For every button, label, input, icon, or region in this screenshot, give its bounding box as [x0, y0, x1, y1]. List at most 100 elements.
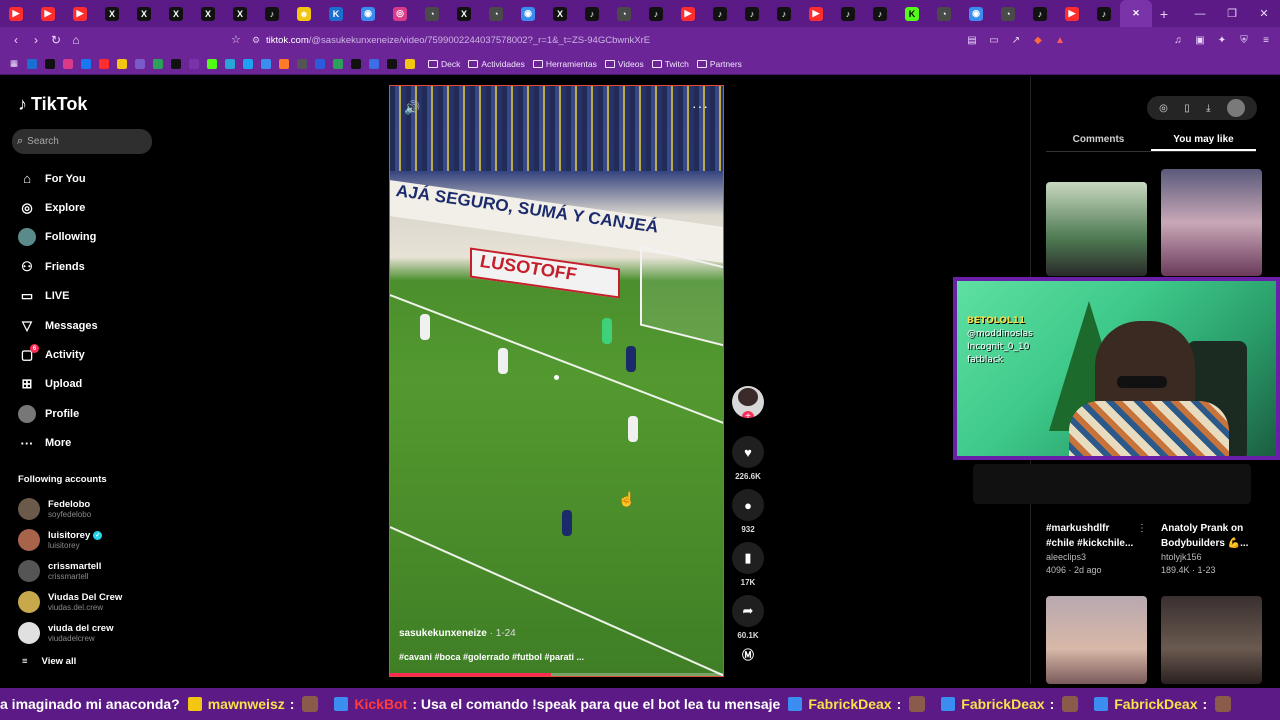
browser-tab[interactable]: ◔ [480, 0, 512, 27]
like-action[interactable]: ♥ 226.6K [730, 436, 766, 481]
bookmark-favicon-icon[interactable] [78, 57, 94, 71]
bookmark-folder[interactable]: Twitch [651, 59, 689, 69]
browser-tab[interactable]: ◔ [416, 0, 448, 27]
volume-icon[interactable]: 🔊 [404, 100, 420, 116]
recommended-thumbnail[interactable] [1046, 182, 1147, 276]
share-icon[interactable]: ↗ [1008, 31, 1024, 49]
warning-icon[interactable]: ▲ [1052, 31, 1068, 49]
nav-item-upload[interactable]: ⊞ Upload [0, 370, 170, 399]
browser-tab[interactable]: ♪ [768, 0, 800, 27]
tab-comments[interactable]: Comments [1046, 126, 1151, 151]
video-caption[interactable]: #cavani #boca #golerrado #futbol #parati… [399, 652, 584, 662]
browser-tab[interactable]: X [128, 0, 160, 27]
browser-tab[interactable]: ✕ [1120, 0, 1152, 27]
bookmark-folder[interactable]: Actividades [468, 59, 525, 69]
browser-tab[interactable]: ♪ [704, 0, 736, 27]
apps-grid-icon[interactable]: ▦ [6, 57, 22, 71]
music-disc-icon[interactable]: Ⓜ [730, 646, 766, 663]
browser-tab[interactable]: X [192, 0, 224, 27]
share-action[interactable]: ➦ 60.1K [730, 595, 766, 640]
extensions-icon[interactable]: ✦ [1214, 31, 1230, 49]
bookmark-favicon-icon[interactable] [312, 57, 328, 71]
browser-tab[interactable]: ♪ [640, 0, 672, 27]
browser-tab[interactable]: ▶ [0, 0, 32, 27]
home-icon[interactable]: ⌂ [66, 33, 86, 47]
bookmark-favicon-icon[interactable] [276, 57, 292, 71]
following-account[interactable]: crissmartell crissmartell [18, 556, 122, 587]
reload-icon[interactable]: ↻ [46, 33, 66, 47]
minimize-icon[interactable]: — [1184, 0, 1216, 27]
url-field[interactable]: ⚙ tiktok.com/@sasukekunxeneize/video/759… [252, 31, 972, 49]
following-account[interactable]: Fedelobo soyfedelobo [18, 494, 122, 525]
nav-item-activity[interactable]: ▢ 6 Activity [0, 340, 170, 369]
bookmark-favicon-icon[interactable] [348, 57, 364, 71]
close-window-icon[interactable]: ✕ [1248, 0, 1280, 27]
browser-tab[interactable]: ▶ [800, 0, 832, 27]
browser-tab[interactable]: X [160, 0, 192, 27]
browser-tab[interactable]: ♪ [736, 0, 768, 27]
browser-tab[interactable]: ♪ [256, 0, 288, 27]
share-arrow-icon[interactable]: ➦ [732, 595, 764, 627]
nav-item-messages[interactable]: ▽ Messages [0, 311, 170, 340]
bookmark-favicon-icon[interactable] [402, 57, 418, 71]
browser-tab[interactable]: ♪ [1088, 0, 1120, 27]
bookmark-page-icon[interactable]: ☆ [231, 33, 241, 46]
restore-icon[interactable]: ❐ [1216, 0, 1248, 27]
menu-icon[interactable]: ≡ [1258, 31, 1274, 49]
recommended-card[interactable]: Anatoly Prank on Bodybuilders 💪... htoly… [1161, 521, 1265, 575]
forward-icon[interactable]: › [26, 33, 46, 47]
bookmark-favicon-icon[interactable] [132, 57, 148, 71]
sidebar-icon[interactable]: ▣ [1192, 31, 1208, 49]
tiktok-logo[interactable]: ♪ TikTok [18, 94, 87, 115]
reader-icon[interactable]: ▤ [964, 31, 980, 49]
browser-tab[interactable]: ▶ [672, 0, 704, 27]
browser-tab[interactable]: ♪ [832, 0, 864, 27]
bookmark-favicon-icon[interactable] [168, 57, 184, 71]
bookmark-favicon-icon[interactable] [258, 57, 274, 71]
tab-you-may-like[interactable]: You may like [1151, 126, 1256, 151]
video-author[interactable]: sasukekunxeneize · 1-24 [399, 628, 516, 639]
bookmark-favicon-icon[interactable] [240, 57, 256, 71]
browser-tab[interactable]: ☻ [288, 0, 320, 27]
following-account[interactable]: viuda del crew viudadelcrew [18, 617, 122, 648]
browser-tab[interactable]: X [224, 0, 256, 27]
extension-brave-icon[interactable]: ◆ [1030, 31, 1046, 49]
browser-tab[interactable]: ♪ [1024, 0, 1056, 27]
bookmark-icon[interactable]: ▮ [732, 542, 764, 574]
bookmark-favicon-icon[interactable] [24, 57, 40, 71]
site-info-icon[interactable]: ⚙ [252, 35, 266, 46]
bookmark-favicon-icon[interactable] [42, 57, 58, 71]
browser-tab[interactable]: ◔ [928, 0, 960, 27]
browser-tab[interactable]: ◉ [960, 0, 992, 27]
view-all-button[interactable]: ≡ View all [22, 656, 76, 667]
browser-tab[interactable]: X [448, 0, 480, 27]
save-action[interactable]: ▮ 17K [730, 542, 766, 587]
card-more-icon[interactable]: ⋮ [1137, 523, 1147, 534]
bookmark-folder[interactable]: Deck [428, 59, 460, 69]
bookmark-favicon-icon[interactable] [222, 57, 238, 71]
browser-tab[interactable]: ◉ [352, 0, 384, 27]
new-tab-icon[interactable]: + [1152, 6, 1176, 22]
nav-item-friends[interactable]: ⚇ Friends [0, 252, 170, 281]
recommended-thumbnail[interactable] [1161, 169, 1262, 276]
browser-tab[interactable]: ▶ [64, 0, 96, 27]
comment-action[interactable]: ● 932 [730, 489, 766, 534]
recommended-card[interactable]: #markushdlfr #chile #kickchile... aleecl… [1046, 521, 1150, 575]
nav-item-for-you[interactable]: ⌂ For You [0, 164, 170, 193]
search-input[interactable]: ⌕ Search [12, 129, 152, 154]
browser-tab[interactable]: X [96, 0, 128, 27]
recommended-thumbnail[interactable] [1046, 596, 1147, 684]
recommended-thumbnail[interactable] [1161, 596, 1262, 684]
device-icon[interactable]: ▯ [1184, 103, 1190, 114]
browser-tab[interactable]: ▶ [32, 0, 64, 27]
bookmark-favicon-icon[interactable] [294, 57, 310, 71]
bookmark-favicon-icon[interactable] [366, 57, 382, 71]
browser-tab[interactable]: ♪ [576, 0, 608, 27]
more-options-icon[interactable]: ··· [692, 98, 709, 114]
following-account[interactable]: luisitorey ✓ luisitorey [18, 525, 122, 556]
bookmark-folder[interactable]: Herramientas [532, 59, 597, 69]
browser-tab[interactable]: ◔ [992, 0, 1024, 27]
comment-icon[interactable]: ● [732, 489, 764, 521]
download-icon[interactable]: ⤓ [1206, 103, 1210, 114]
browser-tab[interactable]: X [544, 0, 576, 27]
